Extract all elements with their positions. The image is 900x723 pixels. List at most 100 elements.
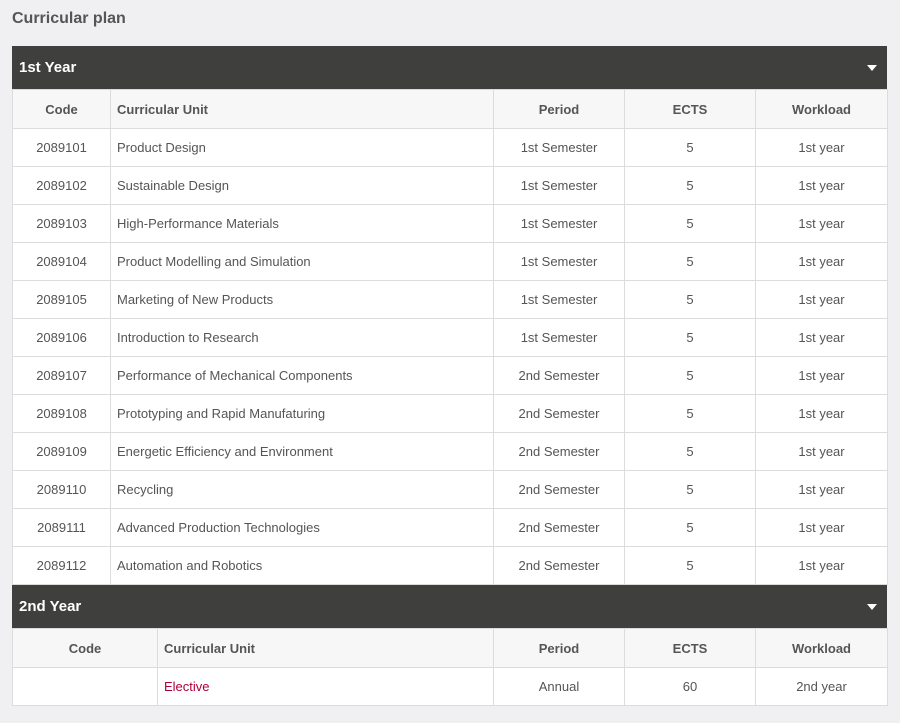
year-header-1st[interactable]: 1st Year bbox=[12, 46, 887, 89]
cell-ects: 5 bbox=[624, 470, 756, 509]
col-header-code: Code bbox=[12, 89, 111, 129]
cell-ects: 5 bbox=[624, 508, 756, 547]
table-row: 2089109 Energetic Efficiency and Environm… bbox=[12, 432, 888, 471]
cell-workload: 2nd year bbox=[755, 667, 888, 706]
cell-workload: 1st year bbox=[755, 394, 888, 433]
cell-workload: 1st year bbox=[755, 470, 888, 509]
cell-unit: Sustainable Design bbox=[110, 166, 494, 205]
table-header-row: Code Curricular Unit Period ECTS Workloa… bbox=[12, 628, 888, 668]
cell-ects: 5 bbox=[624, 318, 756, 357]
cell-ects: 5 bbox=[624, 432, 756, 471]
caret-down-icon bbox=[865, 600, 879, 614]
cell-code: 2089101 bbox=[12, 128, 111, 167]
cell-period: 2nd Semester bbox=[493, 394, 625, 433]
cell-period: 1st Semester bbox=[493, 242, 625, 281]
cell-period: 2nd Semester bbox=[493, 470, 625, 509]
table-row: 2089105 Marketing of New Products 1st Seme… bbox=[12, 280, 888, 319]
cell-period: 1st Semester bbox=[493, 128, 625, 167]
cell-workload: 1st year bbox=[755, 546, 888, 585]
cell-workload: 1st year bbox=[755, 204, 888, 243]
cell-ects: 5 bbox=[624, 242, 756, 281]
table-body: 2089101 Product Design 1st Semester 5 1st ye… bbox=[12, 128, 888, 585]
cell-code: 2089111 bbox=[12, 508, 111, 547]
year-table-1st: Code Curricular Unit Period ECTS Workloa… bbox=[12, 89, 888, 585]
cell-ects: 5 bbox=[624, 166, 756, 205]
cell-period: 1st Semester bbox=[493, 204, 625, 243]
table-row: 2089111 Advanced Production Technologies 2… bbox=[12, 508, 888, 547]
cell-ects: 5 bbox=[624, 128, 756, 167]
cell-workload: 1st year bbox=[755, 356, 888, 395]
table-row: 2089103 High-Performance Materials 1st Sem… bbox=[12, 204, 888, 243]
col-header-unit: Curricular Unit bbox=[110, 89, 494, 129]
cell-period: Annual bbox=[493, 667, 625, 706]
col-header-ects: ECTS bbox=[624, 89, 756, 129]
cell-period: 2nd Semester bbox=[493, 432, 625, 471]
cell-unit: Recycling bbox=[110, 470, 494, 509]
cell-ects: 5 bbox=[624, 356, 756, 395]
cell-unit: Marketing of New Products bbox=[110, 280, 494, 319]
elective-link[interactable]: Elective bbox=[164, 679, 210, 694]
cell-period: 1st Semester bbox=[493, 318, 625, 357]
col-header-period: Period bbox=[493, 89, 625, 129]
table-row: 2089108 Prototyping and Rapid Manufaturin… bbox=[12, 394, 888, 433]
table-row: Elective Annual 60 2nd year bbox=[12, 667, 888, 706]
cell-ects: 5 bbox=[624, 280, 756, 319]
cell-unit: Product Modelling and Simulation bbox=[110, 242, 494, 281]
col-header-workload: Workload bbox=[755, 628, 888, 668]
cell-code: 2089102 bbox=[12, 166, 111, 205]
year-table-2nd: Code Curricular Unit Period ECTS Workloa… bbox=[12, 628, 888, 706]
cell-code: 2089105 bbox=[12, 280, 111, 319]
table-row: 2089104 Product Modelling and Simulation 1… bbox=[12, 242, 888, 281]
year-header-label: 2nd Year bbox=[19, 598, 82, 615]
cell-period: 1st Semester bbox=[493, 280, 625, 319]
page-title: Curricular plan bbox=[12, 10, 126, 27]
col-header-ects: ECTS bbox=[624, 628, 756, 668]
col-header-code: Code bbox=[12, 628, 158, 668]
cell-workload: 1st year bbox=[755, 128, 888, 167]
cell-ects: 5 bbox=[624, 546, 756, 585]
cell-workload: 1st year bbox=[755, 432, 888, 471]
table-row: 2089112 Automation and Robotics 2nd Semest… bbox=[12, 546, 888, 585]
year-header-2nd[interactable]: 2nd Year bbox=[12, 585, 887, 628]
cell-unit: Performance of Mechanical Components bbox=[110, 356, 494, 395]
caret-down-icon bbox=[865, 61, 879, 75]
cell-workload: 1st year bbox=[755, 242, 888, 281]
table-row: 2089107 Performance of Mechanical Compone… bbox=[12, 356, 888, 395]
cell-unit: Introduction to Research bbox=[110, 318, 494, 357]
col-header-period: Period bbox=[493, 628, 625, 668]
cell-code bbox=[12, 667, 158, 706]
table-row: 2089106 Introduction to Research 1st Semes… bbox=[12, 318, 888, 357]
cell-unit: Elective bbox=[157, 667, 494, 706]
cell-code: 2089112 bbox=[12, 546, 111, 585]
cell-unit: Automation and Robotics bbox=[110, 546, 494, 585]
cell-ects: 5 bbox=[624, 394, 756, 433]
cell-workload: 1st year bbox=[755, 318, 888, 357]
cell-unit: Prototyping and Rapid Manufaturing bbox=[110, 394, 494, 433]
cell-unit: Energetic Efficiency and Environment bbox=[110, 432, 494, 471]
table-row: 2089110 Recycling 2nd Semester 5 1st year bbox=[12, 470, 888, 509]
cell-unit: Product Design bbox=[110, 128, 494, 167]
cell-code: 2089106 bbox=[12, 318, 111, 357]
cell-ects: 5 bbox=[624, 204, 756, 243]
table-row: 2089101 Product Design 1st Semester 5 1st ye… bbox=[12, 128, 888, 167]
cell-period: 1st Semester bbox=[493, 166, 625, 205]
cell-period: 2nd Semester bbox=[493, 546, 625, 585]
cell-workload: 1st year bbox=[755, 280, 888, 319]
cell-code: 2089104 bbox=[12, 242, 111, 281]
cell-code: 2089110 bbox=[12, 470, 111, 509]
cell-code: 2089107 bbox=[12, 356, 111, 395]
cell-period: 2nd Semester bbox=[493, 508, 625, 547]
cell-workload: 1st year bbox=[755, 508, 888, 547]
table-row: 2089102 Sustainable Design 1st Semester 5 1s… bbox=[12, 166, 888, 205]
cell-code: 2089108 bbox=[12, 394, 111, 433]
cell-period: 2nd Semester bbox=[493, 356, 625, 395]
curricular-plan: 1st Year Code Curricular Unit Period ECT… bbox=[12, 46, 888, 706]
year-header-label: 1st Year bbox=[19, 59, 77, 76]
table-header-row: Code Curricular Unit Period ECTS Workloa… bbox=[12, 89, 888, 129]
table-body: Elective Annual 60 2nd year bbox=[12, 667, 888, 706]
cell-unit: Advanced Production Technologies bbox=[110, 508, 494, 547]
cell-code: 2089109 bbox=[12, 432, 111, 471]
col-header-unit: Curricular Unit bbox=[157, 628, 494, 668]
cell-ects: 60 bbox=[624, 667, 756, 706]
cell-workload: 1st year bbox=[755, 166, 888, 205]
